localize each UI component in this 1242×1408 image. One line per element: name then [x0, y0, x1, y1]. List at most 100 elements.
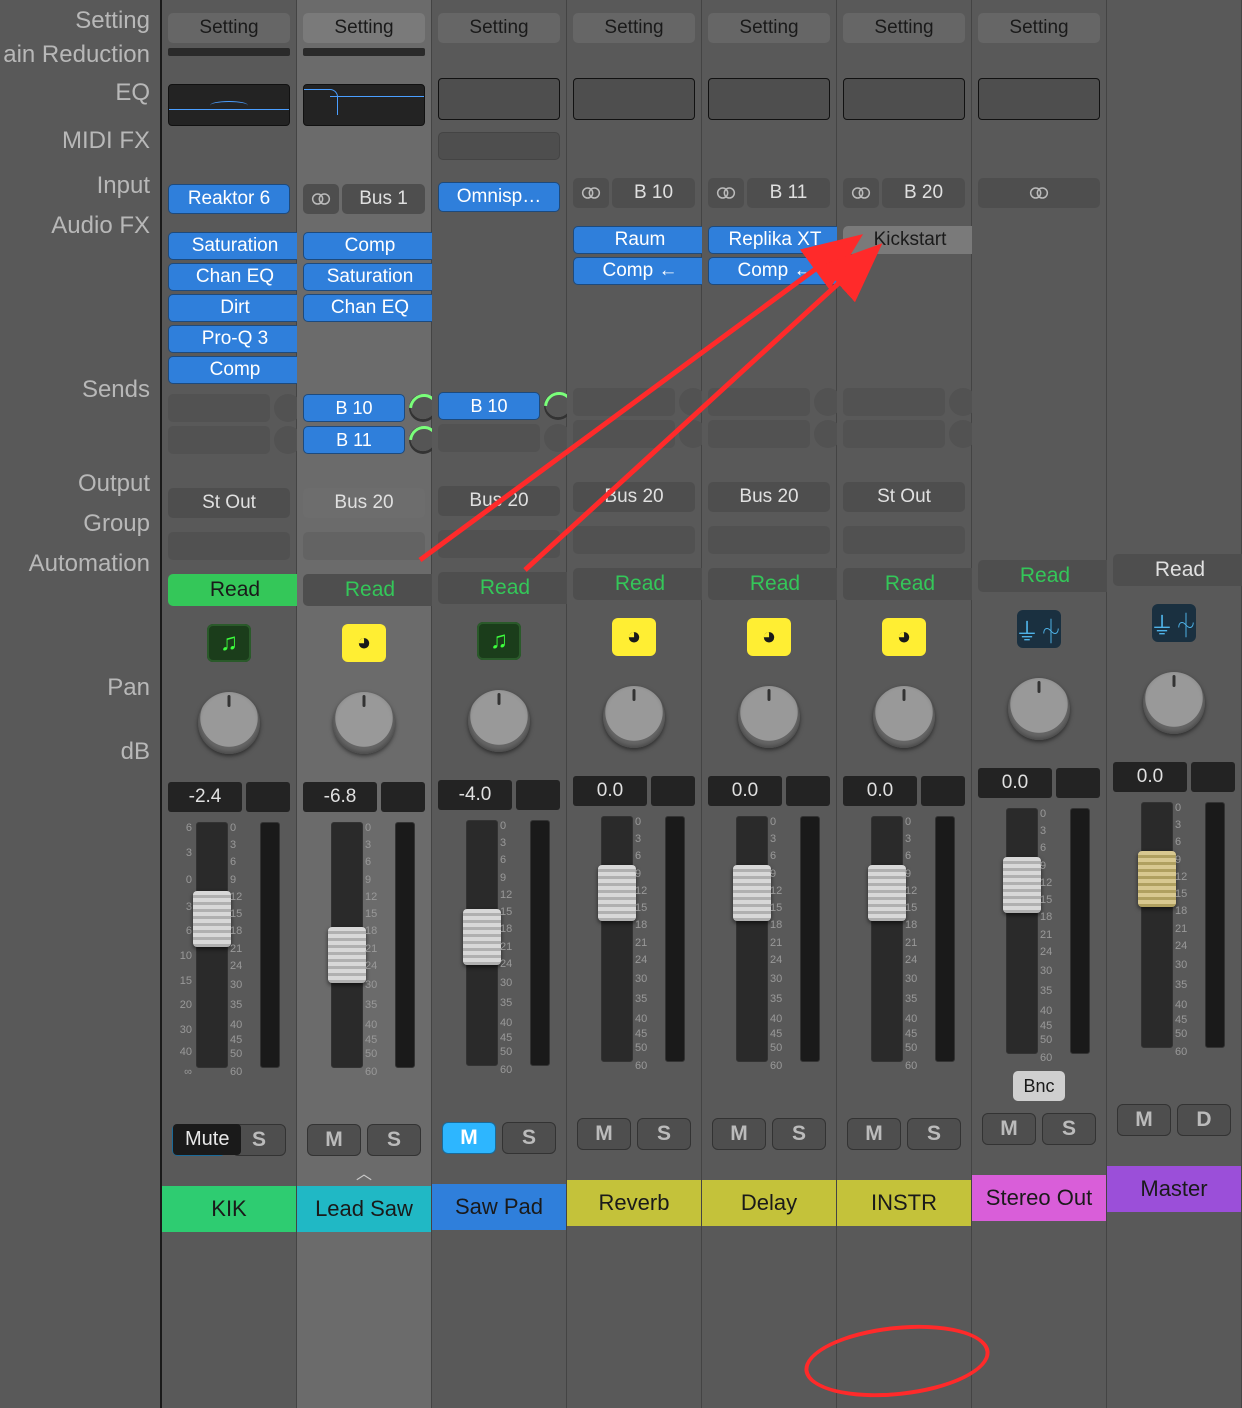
track-leadsaw[interactable]: SettingBus 1CompSaturationChan EQB 10B 1… — [297, 0, 432, 1408]
eq-thumbnail[interactable] — [573, 78, 695, 120]
track-delay[interactable]: SettingB 11Replika XTComp ←Bus 20Read◕0.… — [702, 0, 837, 1408]
instrument-select[interactable]: Reaktor 6 — [168, 184, 290, 214]
audio-fx-plugin[interactable]: Kickstart — [843, 226, 977, 254]
input-select[interactable]: B 10 — [612, 178, 695, 208]
volume-db-display[interactable]: -2.4 — [168, 782, 242, 812]
send-bus[interactable]: B 11 — [303, 426, 405, 454]
output-select[interactable]: Bus 20 — [438, 486, 560, 516]
automation-mode-button[interactable]: Read — [303, 574, 437, 606]
pan-knob[interactable] — [738, 686, 800, 748]
dim-button[interactable]: D — [1177, 1104, 1231, 1136]
peak-display[interactable] — [1191, 762, 1235, 792]
volume-db-display[interactable]: -4.0 — [438, 780, 512, 810]
audio-fx-plugin[interactable]: Saturation — [303, 263, 437, 291]
setting-button[interactable]: Setting — [573, 13, 695, 43]
group-slot[interactable] — [168, 532, 290, 560]
peak-display[interactable] — [246, 782, 290, 812]
volume-db-display[interactable]: 0.0 — [708, 776, 782, 806]
send-slot-empty[interactable] — [573, 420, 675, 448]
aux-icon[interactable]: ◕ — [882, 618, 926, 656]
automation-mode-button[interactable]: Read — [843, 568, 977, 600]
input-select[interactable]: Bus 1 — [342, 184, 425, 214]
input-format-button[interactable] — [843, 178, 879, 208]
track-name[interactable]: Stereo Out — [972, 1175, 1106, 1221]
instrument-select[interactable]: Omnisp… — [438, 182, 560, 212]
audio-fx-plugin[interactable]: Comp ← — [708, 257, 842, 285]
peak-display[interactable] — [651, 776, 695, 806]
volume-fader[interactable] — [466, 820, 498, 1066]
output-select[interactable]: Bus 20 — [573, 482, 695, 512]
mute-button[interactable]: M — [847, 1118, 901, 1150]
eq-thumbnail[interactable] — [708, 78, 830, 120]
mute-button[interactable]: M — [577, 1118, 631, 1150]
mute-button[interactable]: M — [307, 1124, 361, 1156]
aux-icon[interactable]: ◕ — [612, 618, 656, 656]
volume-fader[interactable] — [871, 816, 903, 1062]
send-slot-empty[interactable] — [708, 388, 810, 416]
output-select[interactable]: Bus 20 — [708, 482, 830, 512]
volume-db-display[interactable]: 0.0 — [978, 768, 1052, 798]
automation-mode-button[interactable]: Read — [573, 568, 707, 600]
audio-fx-plugin[interactable]: Chan EQ — [168, 263, 302, 291]
volume-db-display[interactable]: 0.0 — [1113, 762, 1187, 792]
bounce-button[interactable]: Bnc — [1013, 1071, 1065, 1101]
solo-button[interactable]: S — [367, 1124, 421, 1156]
group-slot[interactable] — [303, 532, 425, 560]
peak-display[interactable] — [381, 782, 425, 812]
track-name[interactable]: Master — [1107, 1166, 1241, 1212]
setting-button[interactable]: Setting — [303, 13, 425, 43]
setting-button[interactable]: Setting — [978, 13, 1100, 43]
track-name[interactable]: Delay — [702, 1180, 836, 1226]
audio-fx-plugin[interactable]: Replika XT — [708, 226, 842, 254]
mute-button[interactable]: M — [712, 1118, 766, 1150]
track-name[interactable]: Lead Saw — [297, 1186, 431, 1232]
setting-button[interactable]: Setting — [168, 13, 290, 43]
mute-button[interactable]: M — [442, 1122, 496, 1154]
send-slot-empty[interactable] — [438, 424, 540, 452]
output-select[interactable]: St Out — [843, 482, 965, 512]
solo-button[interactable]: S — [502, 1122, 556, 1154]
solo-button[interactable]: S — [772, 1118, 826, 1150]
pan-knob[interactable] — [1008, 678, 1070, 740]
output-select[interactable]: St Out — [168, 488, 290, 518]
volume-fader[interactable] — [196, 822, 228, 1068]
input-format-button[interactable] — [708, 178, 744, 208]
input-format-button[interactable] — [303, 184, 339, 214]
mute-button[interactable]: M — [982, 1113, 1036, 1145]
track-master[interactable]: Read⏚⏆0.0 630361015203040∞ 0369121518212… — [1107, 0, 1242, 1408]
setting-button[interactable]: Setting — [708, 13, 830, 43]
track-name[interactable]: INSTR — [837, 1180, 971, 1226]
input-format-button[interactable] — [573, 178, 609, 208]
volume-fader[interactable] — [736, 816, 768, 1062]
setting-button[interactable]: Setting — [438, 13, 560, 43]
volume-fader[interactable] — [1141, 802, 1173, 1048]
volume-db-display[interactable]: 0.0 — [573, 776, 647, 806]
automation-mode-button[interactable]: Read — [978, 560, 1112, 592]
volume-db-display[interactable]: -6.8 — [303, 782, 377, 812]
pan-knob[interactable] — [1143, 672, 1205, 734]
pan-knob[interactable] — [873, 686, 935, 748]
automation-mode-button[interactable]: Read — [438, 572, 572, 604]
send-slot-empty[interactable] — [168, 426, 270, 454]
automation-mode-button[interactable]: Read — [1113, 554, 1242, 586]
audio-fx-plugin[interactable]: Chan EQ — [303, 294, 437, 322]
audio-fx-plugin[interactable]: Comp ← — [573, 257, 707, 285]
eq-thumbnail[interactable] — [843, 78, 965, 120]
aux-icon[interactable]: ◕ — [747, 618, 791, 656]
solo-button[interactable]: S — [1042, 1113, 1096, 1145]
input-select[interactable]: B 11 — [747, 178, 830, 208]
input-select[interactable]: B 20 — [882, 178, 965, 208]
peak-display[interactable] — [1056, 768, 1100, 798]
track-instr[interactable]: SettingB 20KickstartSt OutRead◕0.0 63036… — [837, 0, 972, 1408]
group-slot[interactable] — [438, 530, 560, 558]
aux-icon[interactable]: ◕ — [342, 624, 386, 662]
output-select[interactable]: Bus 20 — [303, 488, 425, 518]
eq-thumbnail[interactable] — [303, 84, 425, 126]
group-slot[interactable] — [573, 526, 695, 554]
track-reverb[interactable]: SettingB 10RaumComp ←Bus 20Read◕0.0 6303… — [567, 0, 702, 1408]
output-icon[interactable]: ⏚⏆ — [1017, 610, 1061, 648]
pan-knob[interactable] — [333, 692, 395, 754]
audio-fx-plugin[interactable]: Pro-Q 3 — [168, 325, 302, 353]
setting-button[interactable]: Setting — [843, 13, 965, 43]
send-bus[interactable]: B 10 — [303, 394, 405, 422]
